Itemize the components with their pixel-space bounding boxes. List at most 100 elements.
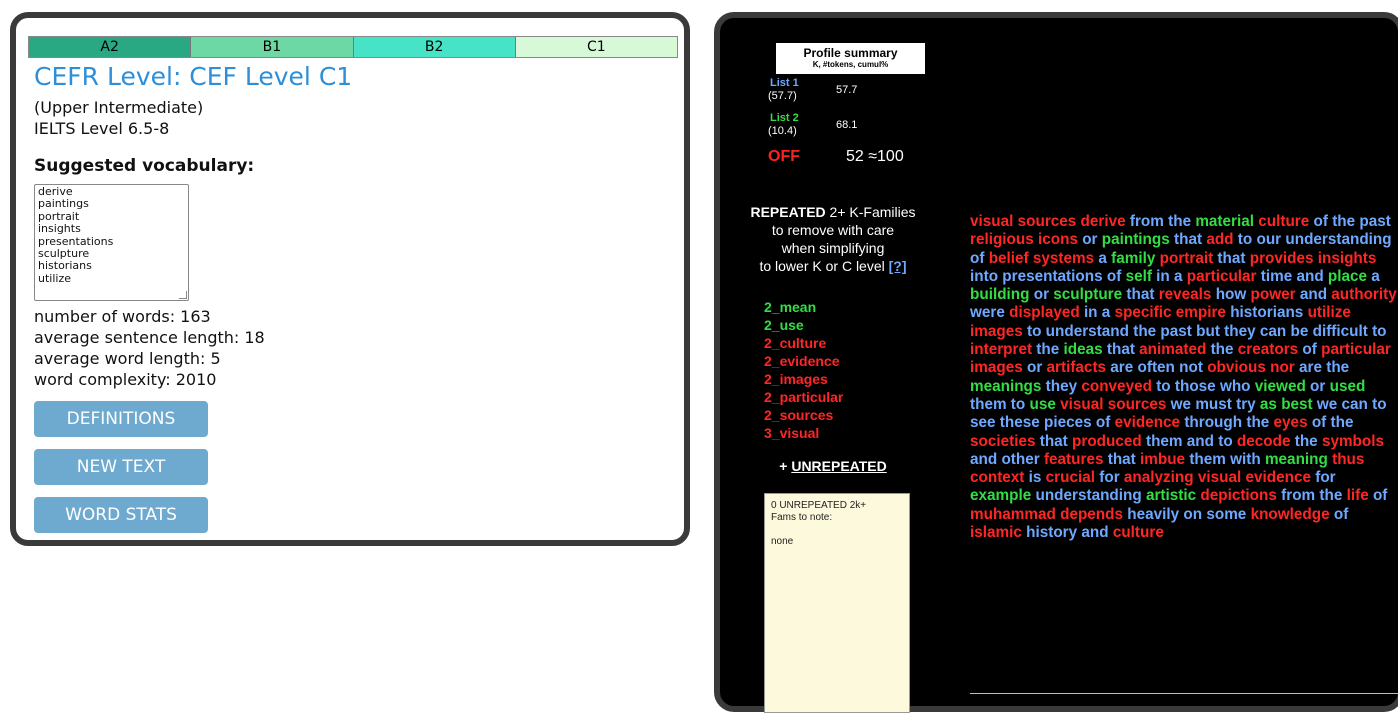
text-token[interactable]: not	[1179, 359, 1203, 376]
text-token[interactable]: context	[970, 469, 1024, 486]
text-token[interactable]: decode	[1237, 433, 1291, 450]
text-token[interactable]: are	[1110, 359, 1133, 376]
text-token[interactable]: self	[1126, 268, 1152, 285]
text-token[interactable]: can	[1342, 396, 1368, 413]
text-token[interactable]: artistic	[1146, 487, 1196, 504]
off-list-label[interactable]: OFF	[768, 148, 800, 166]
text-token[interactable]: or	[1310, 378, 1325, 395]
text-token[interactable]: depictions	[1200, 487, 1277, 504]
text-token[interactable]: the	[1331, 414, 1354, 431]
text-token[interactable]: other	[1001, 451, 1039, 468]
text-token[interactable]: on	[1183, 506, 1202, 523]
text-token[interactable]: to	[1372, 323, 1386, 340]
text-token[interactable]: knowledge	[1251, 506, 1330, 523]
text-token[interactable]: that	[1126, 286, 1154, 303]
word-stats-button[interactable]: WORD STATS	[34, 497, 208, 533]
text-token[interactable]: family	[1111, 250, 1155, 267]
family-item[interactable]: 3_visual	[764, 424, 843, 442]
text-token[interactable]: and	[1081, 524, 1108, 541]
text-token[interactable]: we	[1171, 396, 1191, 413]
suggested-vocabulary-textarea[interactable]: derive paintings portrait insights prese…	[34, 184, 189, 301]
text-token[interactable]: systems	[1033, 250, 1094, 267]
text-token[interactable]: understanding	[1035, 487, 1141, 504]
text-token[interactable]: them	[1146, 433, 1183, 450]
text-token[interactable]: images	[970, 359, 1023, 376]
text-token[interactable]: try	[1236, 396, 1256, 413]
text-token[interactable]: obvious	[1207, 359, 1266, 376]
text-token[interactable]: culture	[1258, 213, 1309, 230]
text-token[interactable]: or	[1034, 286, 1049, 303]
text-token[interactable]: portrait	[1160, 250, 1214, 267]
text-token[interactable]: to	[1218, 433, 1232, 450]
text-token[interactable]: the	[1211, 341, 1234, 358]
text-token[interactable]: paintings	[1102, 231, 1170, 248]
text-token[interactable]: depends	[1060, 506, 1123, 523]
text-token[interactable]: evidence	[1115, 414, 1180, 431]
text-token[interactable]: muhammad	[970, 506, 1056, 523]
unrepeated-heading[interactable]: + UNREPEATED	[728, 458, 938, 474]
text-token[interactable]: for	[1099, 469, 1119, 486]
text-token[interactable]: or	[1082, 231, 1097, 248]
level-c1[interactable]: C1	[514, 37, 677, 57]
text-token[interactable]: evidence	[1245, 469, 1310, 486]
text-token[interactable]: produced	[1072, 433, 1142, 450]
text-token[interactable]: societies	[970, 433, 1035, 450]
unrepeated-notes-box[interactable]: 0 UNREPEATED 2k+ Fams to note: none	[764, 493, 910, 713]
text-token[interactable]: who	[1220, 378, 1251, 395]
text-token[interactable]: see	[970, 414, 996, 431]
text-token[interactable]: of	[1312, 414, 1326, 431]
text-token[interactable]: derive	[1081, 213, 1126, 230]
text-token[interactable]: past	[1359, 213, 1390, 230]
text-token[interactable]: they	[1046, 378, 1077, 395]
text-token[interactable]: or	[1027, 359, 1042, 376]
text-token[interactable]: and	[1300, 286, 1327, 303]
text-token[interactable]: them	[970, 396, 1007, 413]
text-token[interactable]: to	[1027, 323, 1041, 340]
level-b1[interactable]: B1	[190, 37, 353, 57]
text-token[interactable]: nor	[1270, 359, 1295, 376]
text-token[interactable]: are	[1299, 359, 1322, 376]
text-token[interactable]: ideas	[1064, 341, 1103, 358]
text-token[interactable]: historians	[1230, 304, 1303, 321]
text-token[interactable]: for	[1315, 469, 1335, 486]
text-token[interactable]: often	[1138, 359, 1175, 376]
text-token[interactable]: the	[1326, 359, 1349, 376]
new-text-button[interactable]: NEW TEXT	[34, 449, 208, 485]
text-token[interactable]: thus	[1332, 451, 1364, 468]
text-token[interactable]: these	[1000, 414, 1040, 431]
text-token[interactable]: of	[1302, 341, 1316, 358]
resize-handle-icon[interactable]	[179, 291, 187, 299]
text-token[interactable]: analyzing	[1124, 469, 1194, 486]
text-token[interactable]: from	[1281, 487, 1315, 504]
text-token[interactable]: interpret	[970, 341, 1032, 358]
text-token[interactable]: displayed	[1009, 304, 1080, 321]
text-token[interactable]: utilize	[1308, 304, 1351, 321]
family-item[interactable]: 2_use	[764, 316, 843, 334]
definitions-button[interactable]: DEFINITIONS	[34, 401, 208, 437]
text-token[interactable]: example	[970, 487, 1031, 504]
text-token[interactable]: must	[1195, 396, 1232, 413]
text-token[interactable]: of	[1314, 213, 1328, 230]
text-token[interactable]: heavily	[1127, 506, 1179, 523]
text-token[interactable]: power	[1251, 286, 1296, 303]
text-token[interactable]: is	[1029, 469, 1042, 486]
text-token[interactable]: animated	[1139, 341, 1206, 358]
text-token[interactable]: into	[970, 268, 998, 285]
family-item[interactable]: 2_sources	[764, 406, 843, 424]
text-token[interactable]: insights	[1318, 250, 1377, 267]
text-token[interactable]: conveyed	[1081, 378, 1152, 395]
text-token[interactable]: particular	[1187, 268, 1257, 285]
text-token[interactable]: visual	[1198, 469, 1241, 486]
family-item[interactable]: 2_evidence	[764, 352, 843, 370]
text-token[interactable]: place	[1328, 268, 1367, 285]
text-token[interactable]: the	[1246, 414, 1269, 431]
text-token[interactable]: from	[1130, 213, 1164, 230]
text-token[interactable]: how	[1216, 286, 1247, 303]
text-token[interactable]: of	[1334, 506, 1348, 523]
text-token[interactable]: them	[1189, 451, 1226, 468]
text-token[interactable]: understand	[1046, 323, 1129, 340]
text-token[interactable]: were	[970, 304, 1005, 321]
text-token[interactable]: images	[970, 323, 1023, 340]
text-token[interactable]: past	[1160, 323, 1191, 340]
list-1-label[interactable]: List 1	[770, 77, 799, 89]
